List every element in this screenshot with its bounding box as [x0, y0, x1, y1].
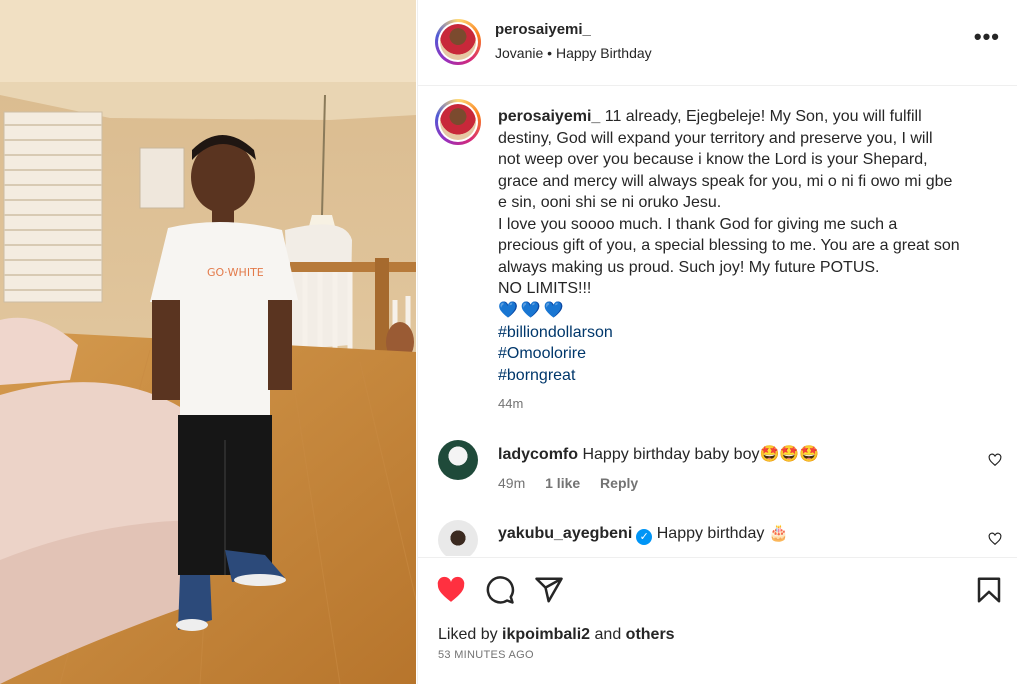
comment-icon[interactable]	[485, 575, 515, 605]
caption-line-3: not weep over you because i know the Lor…	[498, 151, 928, 168]
emoji: 🎂	[768, 525, 789, 542]
caption-line-9: NO LIMITS!!!	[498, 280, 592, 297]
action-bar: Liked by ikpoimbali2 and others 53 MINUT…	[418, 557, 1017, 684]
caption-line-2: destiny, God will expand your territory …	[498, 129, 933, 147]
liked-by-user[interactable]: ikpoimbali2	[502, 626, 590, 643]
caption-username[interactable]: perosaiyemi_	[498, 108, 600, 125]
caption-line-8: always making us proud. Such joy! My fut…	[498, 258, 880, 276]
heart-filled-icon[interactable]	[436, 575, 466, 605]
caption-line-6: I love you soooo much. I thank God for g…	[498, 215, 898, 233]
post-detail-panel: perosaiyemi_ Jovanie • Happy Birthday ••…	[417, 0, 1017, 684]
author-avatar[interactable]	[435, 19, 481, 65]
hashtag-link[interactable]: #Omoolorire	[498, 343, 998, 365]
post-timestamp[interactable]: 53 MINUTES AGO	[438, 649, 534, 661]
commenter-username[interactable]: ladycomfo	[498, 446, 578, 463]
caption-line-4: grace and mercy will always speak for yo…	[498, 172, 953, 190]
post-caption: perosaiyemi_ 11 already, Ejegbeleje! My …	[498, 106, 998, 386]
reply-button[interactable]: Reply	[600, 475, 638, 491]
caption-line-7: precious gift of you, a special blessing…	[498, 237, 960, 254]
caption-line-5: e sin, ooni shi se ni oruko Jesu.	[498, 194, 722, 211]
commenter-avatar[interactable]	[438, 520, 478, 556]
subtitle-user[interactable]: Jovanie	[495, 45, 543, 61]
author-username[interactable]: perosaiyemi_	[495, 21, 591, 38]
subtitle-audio[interactable]: Happy Birthday	[556, 45, 652, 61]
more-icon[interactable]: •••	[974, 26, 1000, 48]
caption-time[interactable]: 44m	[498, 396, 523, 411]
emoji: 🤩🤩🤩	[759, 446, 820, 463]
comment-text: yakubu_ayegbeni ✓ Happy birthday 🎂	[498, 525, 789, 545]
commenter-username[interactable]: yakubu_ayegbeni	[498, 525, 632, 542]
svg-text:GO·WHITE: GO·WHITE	[207, 266, 264, 279]
liked-by-others[interactable]: others	[626, 626, 675, 643]
blue-hearts: 💙💙💙	[498, 301, 567, 319]
verified-badge-icon: ✓	[636, 529, 653, 545]
comment-meta: 49m 1 like Reply	[498, 475, 654, 491]
caption-avatar[interactable]	[435, 99, 481, 145]
share-icon[interactable]	[534, 575, 564, 605]
post-subtitle: Jovanie • Happy Birthday	[495, 45, 652, 61]
comment-likes[interactable]: 1 like	[545, 475, 580, 491]
post-header: perosaiyemi_ Jovanie • Happy Birthday ••…	[418, 0, 1017, 86]
comment-time[interactable]: 49m	[498, 475, 525, 491]
caption-line-1: perosaiyemi_ 11 already, Ejegbeleje! My …	[498, 108, 922, 125]
subtitle-separator: •	[547, 45, 553, 61]
comment-heart-icon[interactable]	[988, 532, 1002, 546]
liked-by: Liked by ikpoimbali2 and others	[438, 626, 675, 643]
hashtag-link[interactable]: #billiondollarson	[498, 322, 998, 344]
commenter-avatar[interactable]	[438, 440, 478, 480]
post-photo[interactable]: GO·WHITE	[0, 0, 416, 684]
hashtag-link[interactable]: #borngreat	[498, 365, 998, 387]
comment-item: yakubu_ayegbeni ✓ Happy birthday 🎂	[418, 518, 1017, 556]
post-image: GO·WHITE	[0, 0, 416, 684]
comment-heart-icon[interactable]	[988, 453, 1002, 467]
comment-text: ladycomfo Happy birthday baby boy🤩🤩🤩	[498, 446, 820, 463]
bookmark-icon[interactable]	[974, 575, 1004, 605]
